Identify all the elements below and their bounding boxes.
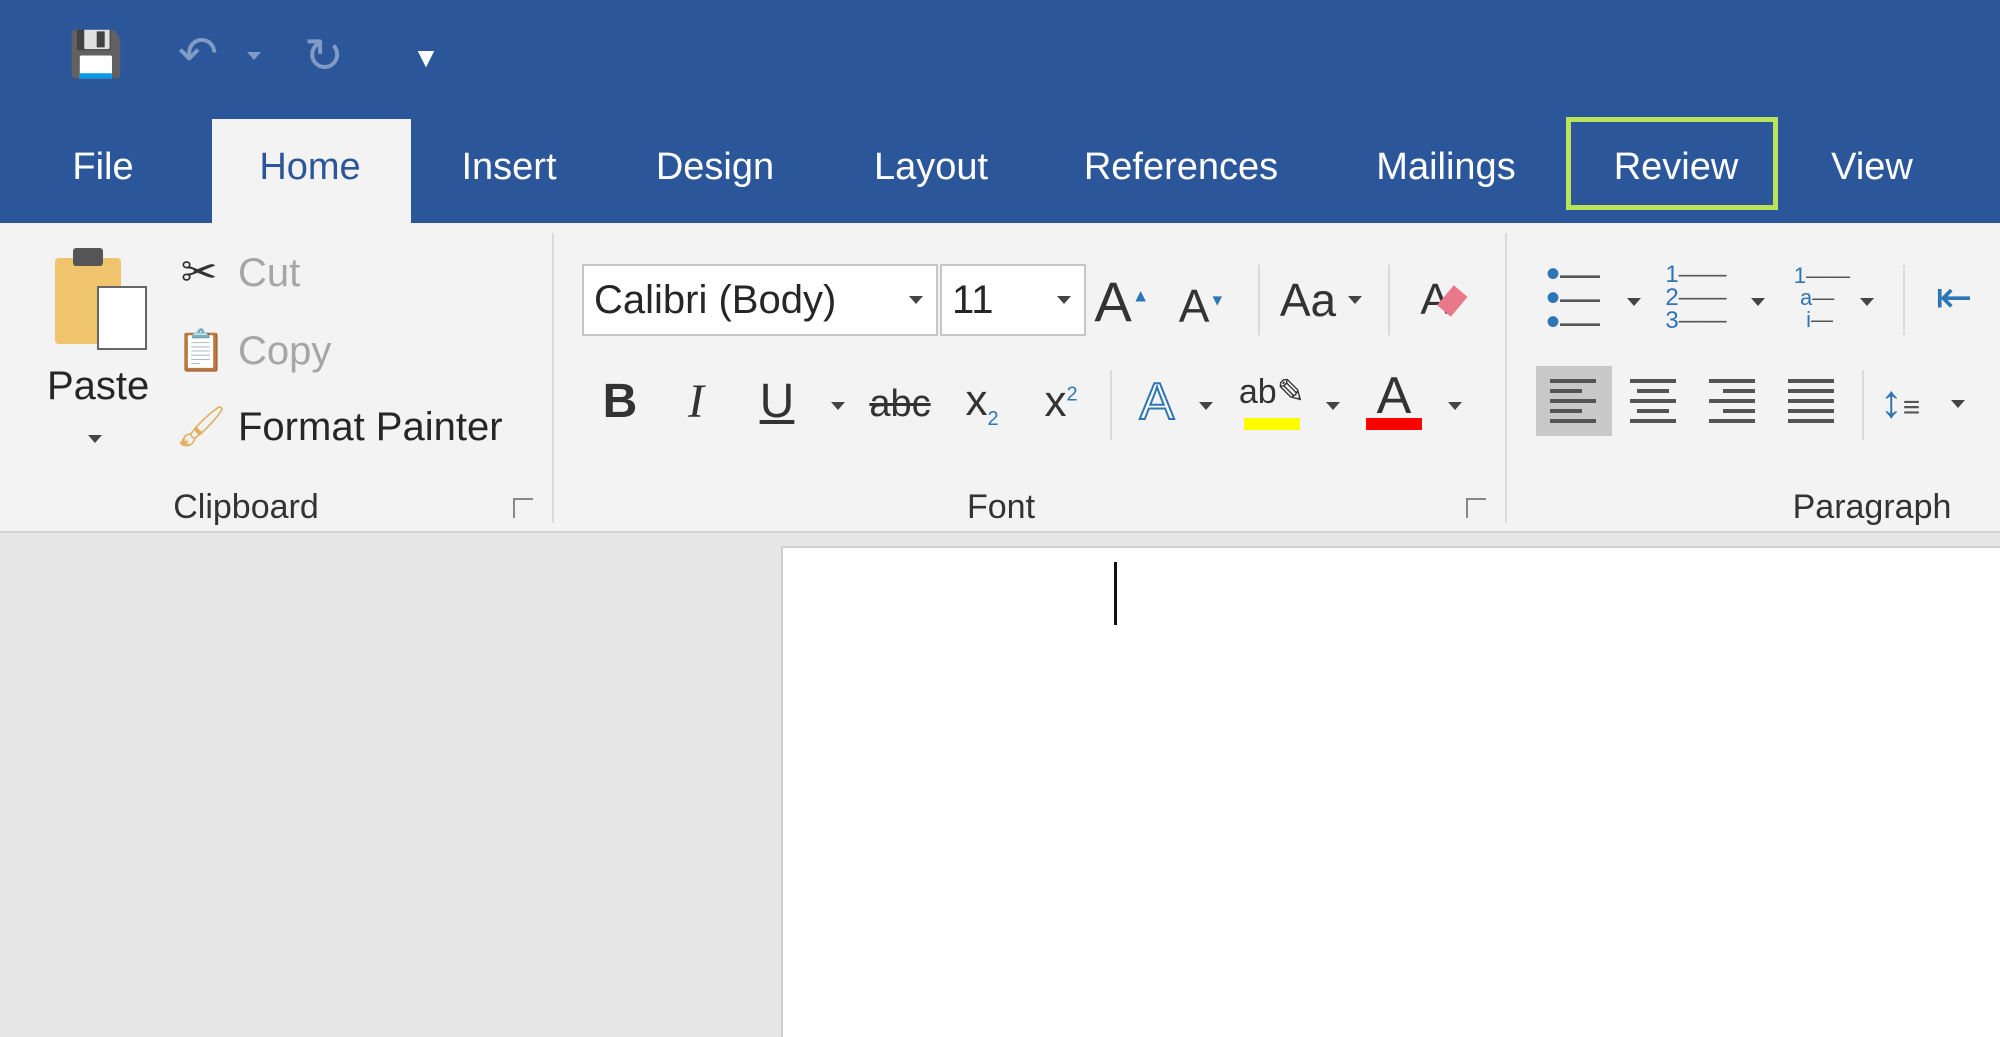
tab-insert[interactable]: Insert xyxy=(461,146,556,189)
highlight-dropdown-icon[interactable] xyxy=(1326,402,1340,410)
tab-layout[interactable]: Layout xyxy=(874,146,988,189)
font-dialog-launcher-icon[interactable] xyxy=(1466,498,1486,518)
subscript-icon[interactable]: x2 xyxy=(965,379,998,429)
change-case-dropdown-icon[interactable] xyxy=(1348,296,1362,304)
font-size-value: 11 xyxy=(952,278,994,322)
cut-button[interactable]: Cut xyxy=(238,251,300,296)
shrink-font-icon[interactable]: A▼ xyxy=(1179,283,1226,329)
document-page[interactable] xyxy=(781,546,2000,1037)
grow-font-icon[interactable]: A▲ xyxy=(1094,274,1149,330)
undo-icon[interactable]: ↶ xyxy=(178,31,218,79)
justify-icon[interactable] xyxy=(1788,373,1834,429)
multilevel-dropdown-icon[interactable] xyxy=(1860,298,1874,306)
font-size-dropdown-icon[interactable] xyxy=(1057,296,1071,304)
align-right-icon[interactable] xyxy=(1709,373,1755,429)
align-left-icon xyxy=(1550,373,1596,429)
tab-file[interactable]: File xyxy=(72,146,133,189)
text-effects-icon[interactable]: A xyxy=(1139,375,1176,429)
tab-review[interactable]: Review xyxy=(1614,146,1739,189)
strikethrough-icon[interactable]: abc xyxy=(869,385,930,423)
redo-icon[interactable]: ↻ xyxy=(304,33,344,81)
tab-references[interactable]: References xyxy=(1084,146,1278,189)
numbering-dropdown-icon[interactable] xyxy=(1751,298,1765,306)
customize-quick-access-icon[interactable]: ▼ xyxy=(412,44,440,72)
numbering-icon[interactable]: 1—— 2—— 3—— xyxy=(1665,262,1726,332)
divider xyxy=(1388,265,1390,335)
format-painter-button[interactable]: Format Painter xyxy=(238,405,503,450)
font-name-value: Calibri (Body) xyxy=(594,278,837,322)
tab-home[interactable]: Home xyxy=(259,146,360,189)
format-painter-icon: 🖌 xyxy=(175,405,227,449)
tab-mailings[interactable]: Mailings xyxy=(1376,146,1515,189)
scissors-icon: ✂ xyxy=(180,248,218,297)
line-spacing-dropdown-icon[interactable] xyxy=(1951,400,1965,408)
multilevel-list-icon[interactable]: 1—— a— i— xyxy=(1794,265,1850,331)
clipboard-group-label: Clipboard xyxy=(173,488,319,526)
superscript-icon[interactable]: x2 xyxy=(1044,380,1077,424)
bullets-icon[interactable]: •— •— •— xyxy=(1546,254,1600,342)
italic-icon[interactable]: I xyxy=(688,378,704,426)
text-effects-dropdown-icon[interactable] xyxy=(1199,402,1213,410)
font-color-bar xyxy=(1366,418,1422,430)
decrease-indent-icon[interactable]: ⇤ xyxy=(1936,276,1973,320)
highlight-color-bar xyxy=(1244,418,1300,430)
divider xyxy=(1862,370,1864,440)
underline-icon[interactable]: U xyxy=(760,378,795,426)
text-cursor xyxy=(1114,562,1117,625)
divider xyxy=(1110,370,1112,440)
paste-button[interactable] xyxy=(51,246,151,356)
font-name-dropdown-icon[interactable] xyxy=(909,296,923,304)
clipboard-clip-icon xyxy=(73,248,103,266)
tab-view[interactable]: View xyxy=(1831,146,1913,189)
highlight-icon[interactable]: ab✎ xyxy=(1239,375,1305,409)
font-name-input[interactable]: Calibri (Body) xyxy=(582,264,938,336)
underline-dropdown-icon[interactable] xyxy=(831,402,845,410)
paste-dropdown-icon[interactable] xyxy=(88,435,102,443)
clipboard-dialog-launcher-icon[interactable] xyxy=(513,498,533,518)
font-color-dropdown-icon[interactable] xyxy=(1448,402,1462,410)
paragraph-group-label: Paragraph xyxy=(1792,488,1952,526)
change-case-button[interactable]: Aa xyxy=(1280,277,1336,323)
undo-dropdown-icon[interactable] xyxy=(247,52,261,60)
group-divider xyxy=(1505,233,1507,523)
divider xyxy=(1903,265,1905,335)
copy-icon: 📋 xyxy=(176,329,226,373)
copy-button[interactable]: Copy xyxy=(238,329,331,374)
font-color-icon[interactable]: A xyxy=(1377,370,1412,422)
paste-label[interactable]: Paste xyxy=(47,364,149,409)
change-case-label: Aa xyxy=(1279,274,1337,326)
bold-icon[interactable]: B xyxy=(603,378,638,426)
font-group-label: Font xyxy=(966,488,1036,526)
bullets-dropdown-icon[interactable] xyxy=(1627,298,1641,306)
tab-design[interactable]: Design xyxy=(656,146,774,189)
line-spacing-icon[interactable]: ↕≡ xyxy=(1880,378,1921,424)
page-icon xyxy=(97,286,147,350)
group-divider xyxy=(552,233,554,523)
save-icon[interactable]: 💾 xyxy=(69,33,124,77)
align-center-icon[interactable] xyxy=(1630,373,1676,429)
clear-formatting-icon[interactable]: A xyxy=(1420,278,1468,322)
divider xyxy=(1258,265,1260,335)
